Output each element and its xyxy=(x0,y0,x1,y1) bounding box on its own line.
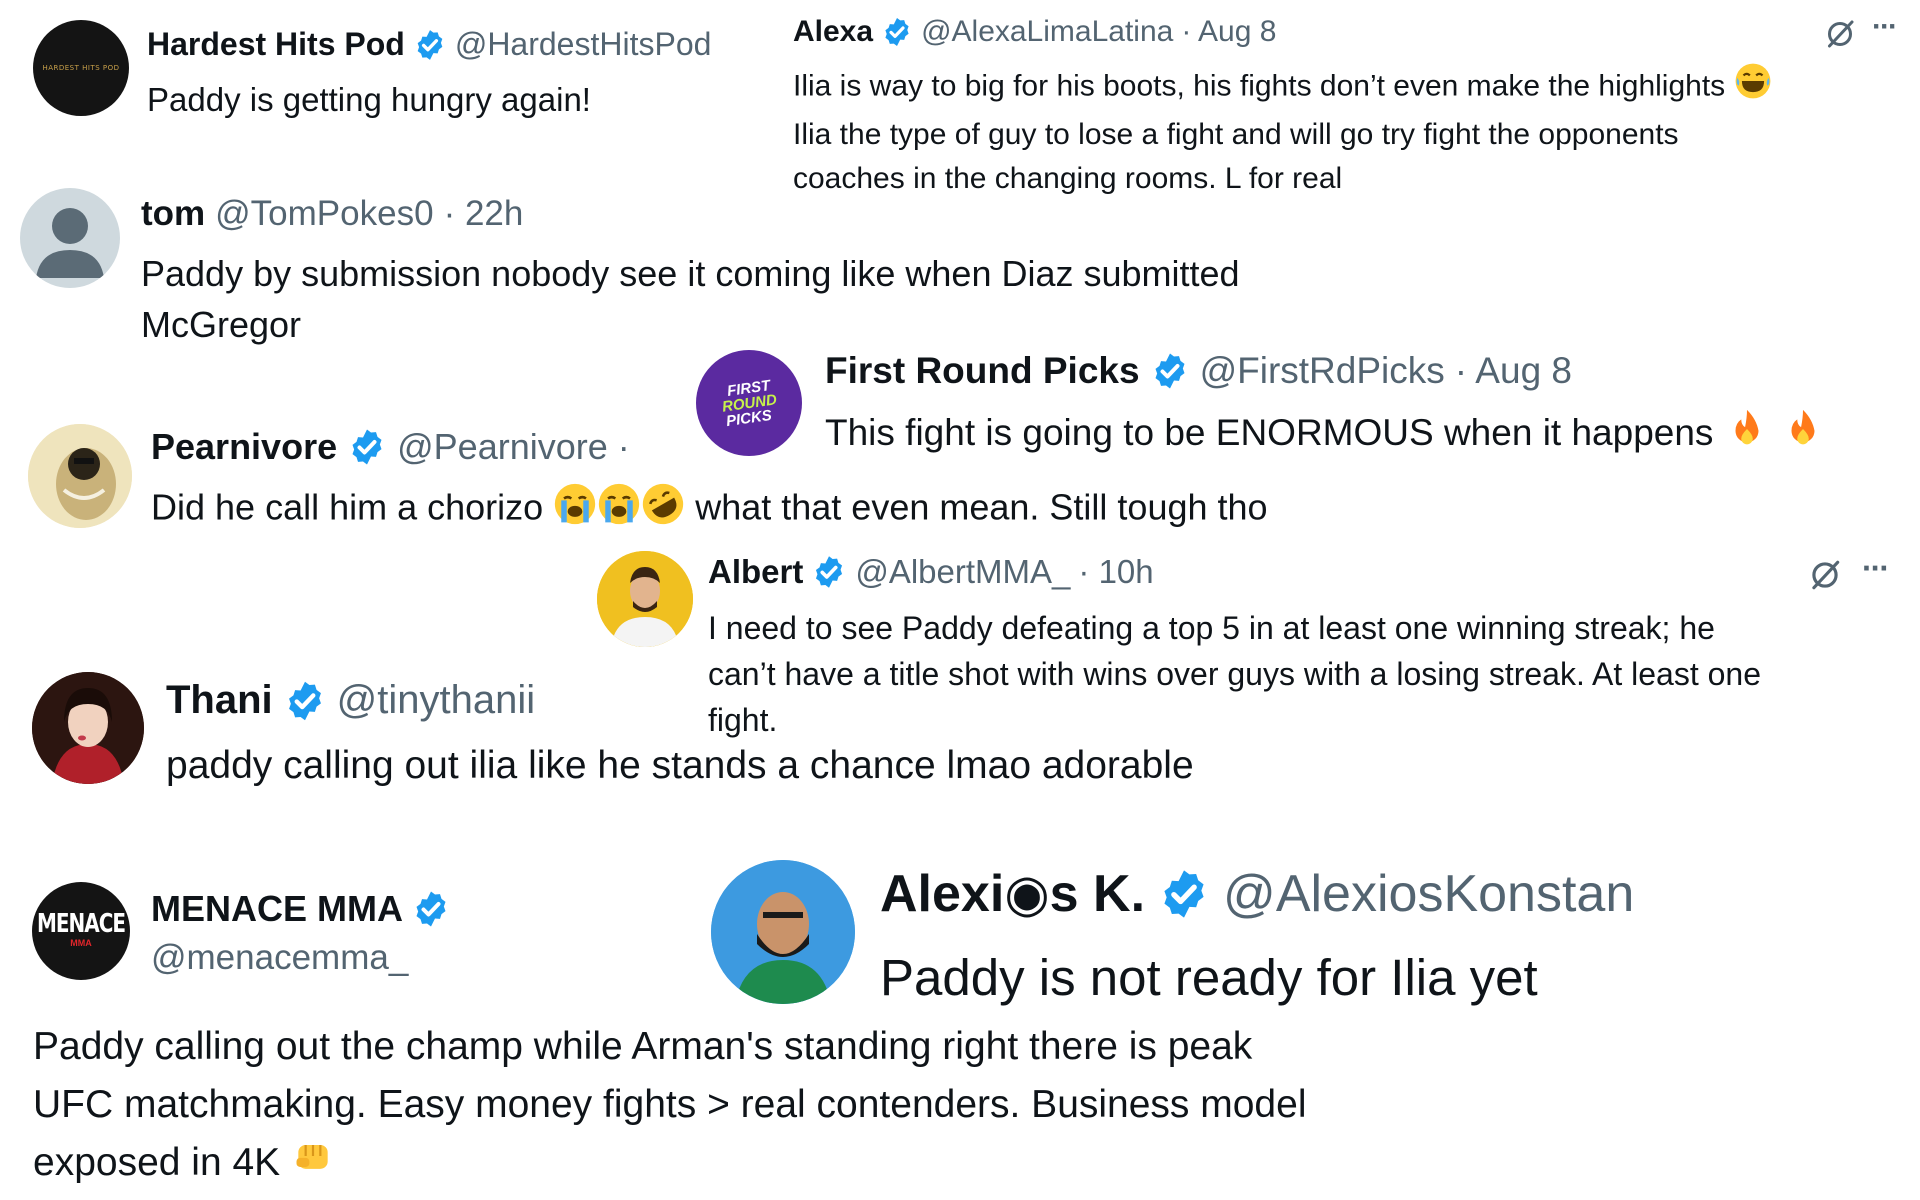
avatar[interactable]: FIRST ROUND PICKS xyxy=(696,350,802,456)
avatar[interactable] xyxy=(597,551,693,647)
author-name[interactable]: First Round Picks xyxy=(825,350,1140,392)
avatar[interactable]: HARDEST HITS POD xyxy=(33,20,129,116)
author-name[interactable]: Alexa xyxy=(793,15,873,49)
post-text: Paddy calling out the champ while Arman'… xyxy=(33,1018,1306,1195)
post-text: Did he call him a chorizo what that even… xyxy=(151,482,1268,538)
post-text-line: Paddy by submission nobody see it coming… xyxy=(141,253,1240,294)
avatar[interactable] xyxy=(32,672,144,784)
post-text: I need to see Paddy defeating a top 5 in… xyxy=(708,605,1761,743)
author-name[interactable]: Alexi◉s K. xyxy=(880,864,1145,924)
avatar[interactable] xyxy=(711,860,855,1004)
verified-badge-icon xyxy=(347,427,387,467)
author-handle[interactable]: @AlexaLimaLatina xyxy=(921,15,1173,49)
post-date[interactable]: · 10h xyxy=(1078,553,1153,591)
default-profile-icon[interactable] xyxy=(20,188,120,288)
author-name[interactable]: Thani xyxy=(166,678,273,723)
grok-icon[interactable] xyxy=(1806,556,1844,599)
post-text-line: fight. xyxy=(708,702,778,738)
rofl-emoji-icon xyxy=(641,482,685,538)
post-text: paddy calling out ilia like he stands a … xyxy=(166,744,1194,787)
post-text-line: coaches in the changing rooms. L for rea… xyxy=(793,162,1343,195)
verified-badge-icon xyxy=(1157,867,1211,921)
post-date[interactable]: · xyxy=(618,426,630,468)
post-text: Paddy by submission nobody see it coming… xyxy=(141,248,1240,350)
author-name[interactable]: MENACE MMA xyxy=(151,888,403,930)
author-name[interactable]: Albert xyxy=(708,553,803,591)
avatar[interactable] xyxy=(28,424,132,528)
author-name[interactable]: Hardest Hits Pod xyxy=(147,26,405,63)
verified-badge-icon xyxy=(811,554,847,590)
post-text: Ilia is way to big for his boots, his fi… xyxy=(793,62,1772,201)
more-icon[interactable]: ··· xyxy=(1862,550,1890,587)
verified-badge-icon xyxy=(283,679,327,723)
verified-badge-icon xyxy=(411,889,451,929)
author-handle[interactable]: @menacemma_ xyxy=(151,938,408,978)
author-handle[interactable]: @HardestHitsPod xyxy=(455,26,712,63)
laughing-emoji-icon xyxy=(1734,62,1772,113)
verified-badge-icon xyxy=(413,28,447,62)
post-text-line: Ilia the type of guy to lose a fight and… xyxy=(793,118,1679,151)
post-date[interactable]: · Aug 8 xyxy=(1455,350,1572,392)
post-text: Paddy is not ready for Ilia yet xyxy=(880,949,1538,1006)
crying-emoji-icon xyxy=(597,482,641,538)
post-text-line: I need to see Paddy defeating a top 5 in… xyxy=(708,610,1715,646)
post-text-line: McGregor xyxy=(141,304,302,345)
author-handle[interactable]: @Pearnivore xyxy=(397,426,608,468)
post-text-line: exposed in 4K xyxy=(33,1134,1306,1195)
fist-emoji-icon xyxy=(291,1134,335,1195)
more-icon[interactable]: ··· xyxy=(1872,10,1898,44)
verified-badge-icon xyxy=(881,16,913,48)
post-text-line: Paddy calling out the champ while Arman'… xyxy=(33,1025,1253,1068)
post-text: Paddy is getting hungry again! xyxy=(147,81,591,118)
author-handle[interactable]: @tinythanii xyxy=(337,678,535,723)
author-handle[interactable]: @FirstRdPicks xyxy=(1200,350,1445,392)
post-date[interactable]: · Aug 8 xyxy=(1181,15,1276,49)
avatar-logo-text: HARDEST HITS POD xyxy=(42,64,120,72)
author-handle[interactable]: @AlbertMMA_ xyxy=(855,553,1070,591)
grok-icon[interactable] xyxy=(1822,16,1858,57)
crying-emoji-icon xyxy=(553,482,597,538)
avatar[interactable]: MENACE MMA xyxy=(32,882,130,980)
verified-badge-icon xyxy=(1150,351,1190,391)
author-handle[interactable]: @AlexiosKonstan xyxy=(1223,864,1634,924)
avatar-logo-subtext: MMA xyxy=(70,938,92,948)
post-text: This fight is going to be ENORMOUS when … xyxy=(825,406,1826,465)
post-text-line: UFC matchmaking. Easy money fights > rea… xyxy=(33,1083,1307,1126)
author-handle[interactable]: @TomPokes0 xyxy=(215,194,433,234)
post-text-line: Ilia is way to big for his boots, his fi… xyxy=(793,62,1772,113)
avatar-logo-text: MENACE xyxy=(36,907,126,939)
author-name[interactable]: tom xyxy=(141,194,205,234)
post-text-line: can’t have a title shot with wins over g… xyxy=(708,656,1761,692)
post-date[interactable]: · 22h xyxy=(444,194,524,234)
fire-emoji-icon xyxy=(1780,406,1826,465)
fire-emoji-icon xyxy=(1724,406,1770,465)
author-name[interactable]: Pearnivore xyxy=(151,426,337,468)
